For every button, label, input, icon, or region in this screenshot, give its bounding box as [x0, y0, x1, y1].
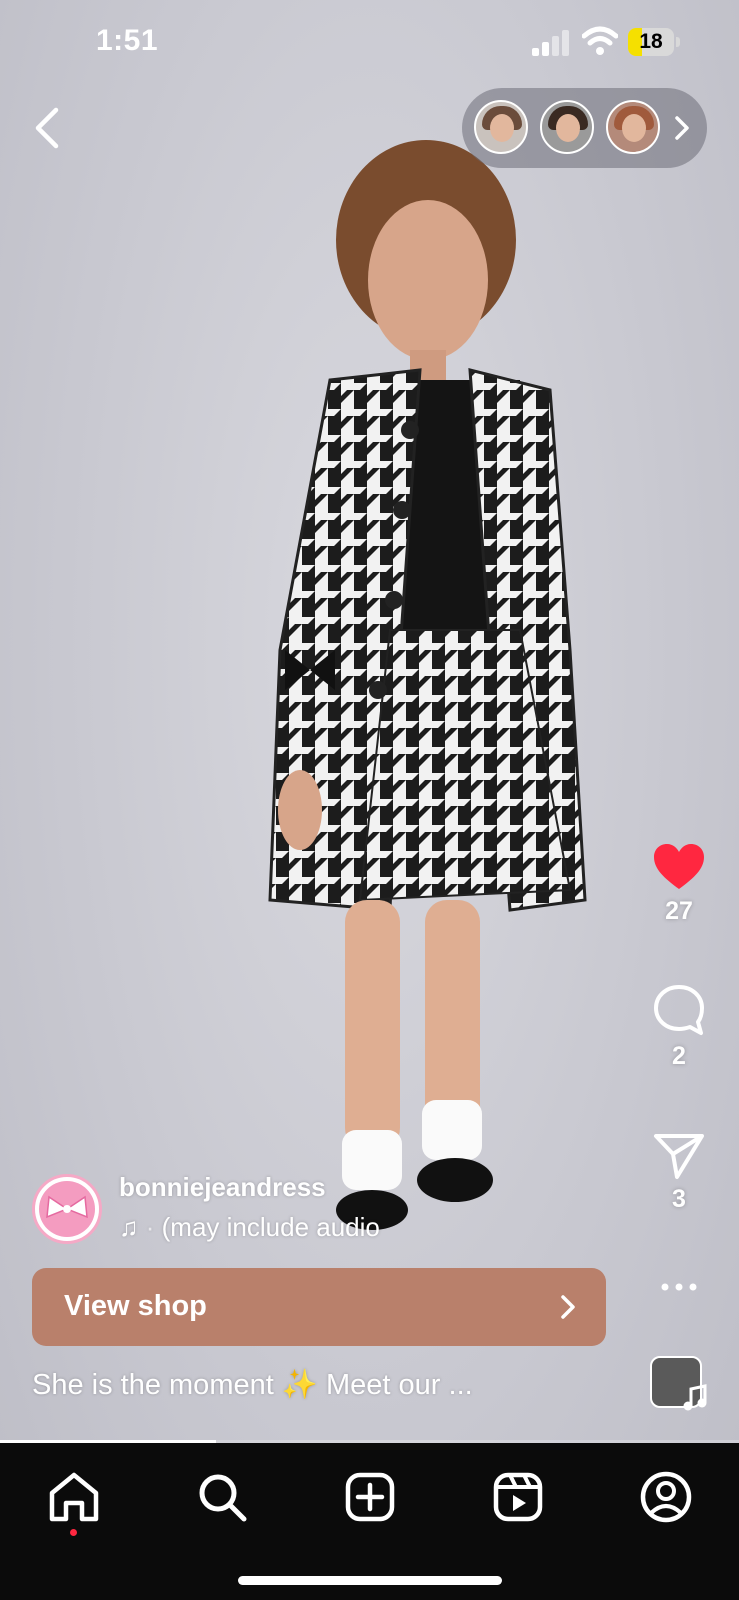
liker-avatar: ♥ [606, 100, 660, 154]
share-count: 3 [672, 1185, 686, 1213]
more-icon [661, 1283, 697, 1291]
create-icon[interactable] [340, 1467, 400, 1527]
chevron-right-icon [675, 116, 689, 140]
bow-logo-icon [46, 1195, 88, 1219]
author-username[interactable]: bonniejeandress [119, 1172, 326, 1203]
bottom-nav [0, 1443, 739, 1600]
recent-likers-pill[interactable]: ♥ ♥ ♥ [462, 88, 707, 168]
home-icon[interactable] [44, 1467, 104, 1527]
chevron-left-icon[interactable] [28, 104, 68, 152]
liker-avatar: ♥ [474, 100, 528, 154]
heart-icon: ♥ [584, 102, 592, 120]
comment-count: 2 [672, 1042, 686, 1070]
comment-button[interactable]: 2 [640, 983, 718, 1071]
liker-avatar: ♥ [540, 100, 594, 154]
notification-dot [70, 1529, 77, 1536]
battery-indicator: 18 [628, 28, 680, 56]
share-button[interactable]: 3 [640, 1132, 718, 1214]
status-time: 1:51 [96, 24, 159, 57]
like-button[interactable]: 27 [640, 842, 718, 926]
audio-text: (may include audio [161, 1212, 380, 1242]
reel-video-figure [268, 140, 587, 1230]
cellular-signal-icon [532, 30, 569, 56]
post-caption[interactable]: She is the moment ✨ Meet our ... [32, 1368, 473, 1402]
status-bar: 1:51 18 [0, 0, 739, 90]
home-indicator [238, 1576, 502, 1585]
view-shop-label: View shop [64, 1290, 207, 1322]
author-avatar[interactable] [32, 1174, 102, 1244]
audio-label[interactable]: ♫ · (may include audio [119, 1212, 380, 1243]
more-options-button[interactable] [640, 1280, 718, 1299]
profile-icon[interactable] [636, 1467, 696, 1527]
comment-icon [654, 985, 704, 1035]
view-shop-button[interactable]: View shop [32, 1268, 606, 1346]
like-count: 27 [665, 897, 693, 925]
search-icon[interactable] [192, 1467, 252, 1527]
heart-icon [654, 844, 704, 889]
reels-icon[interactable] [488, 1467, 548, 1527]
reel-screen: 1:51 18 ♥ ♥ ♥ [0, 0, 739, 1600]
send-icon [654, 1134, 704, 1179]
heart-icon: ♥ [650, 102, 658, 120]
wifi-icon [582, 26, 618, 55]
heart-icon: ♥ [518, 102, 526, 120]
chevron-right-icon [561, 1295, 575, 1319]
music-note-icon: ♫ [119, 1212, 139, 1242]
battery-level: 18 [639, 30, 663, 53]
music-note-icon [683, 1384, 707, 1411]
